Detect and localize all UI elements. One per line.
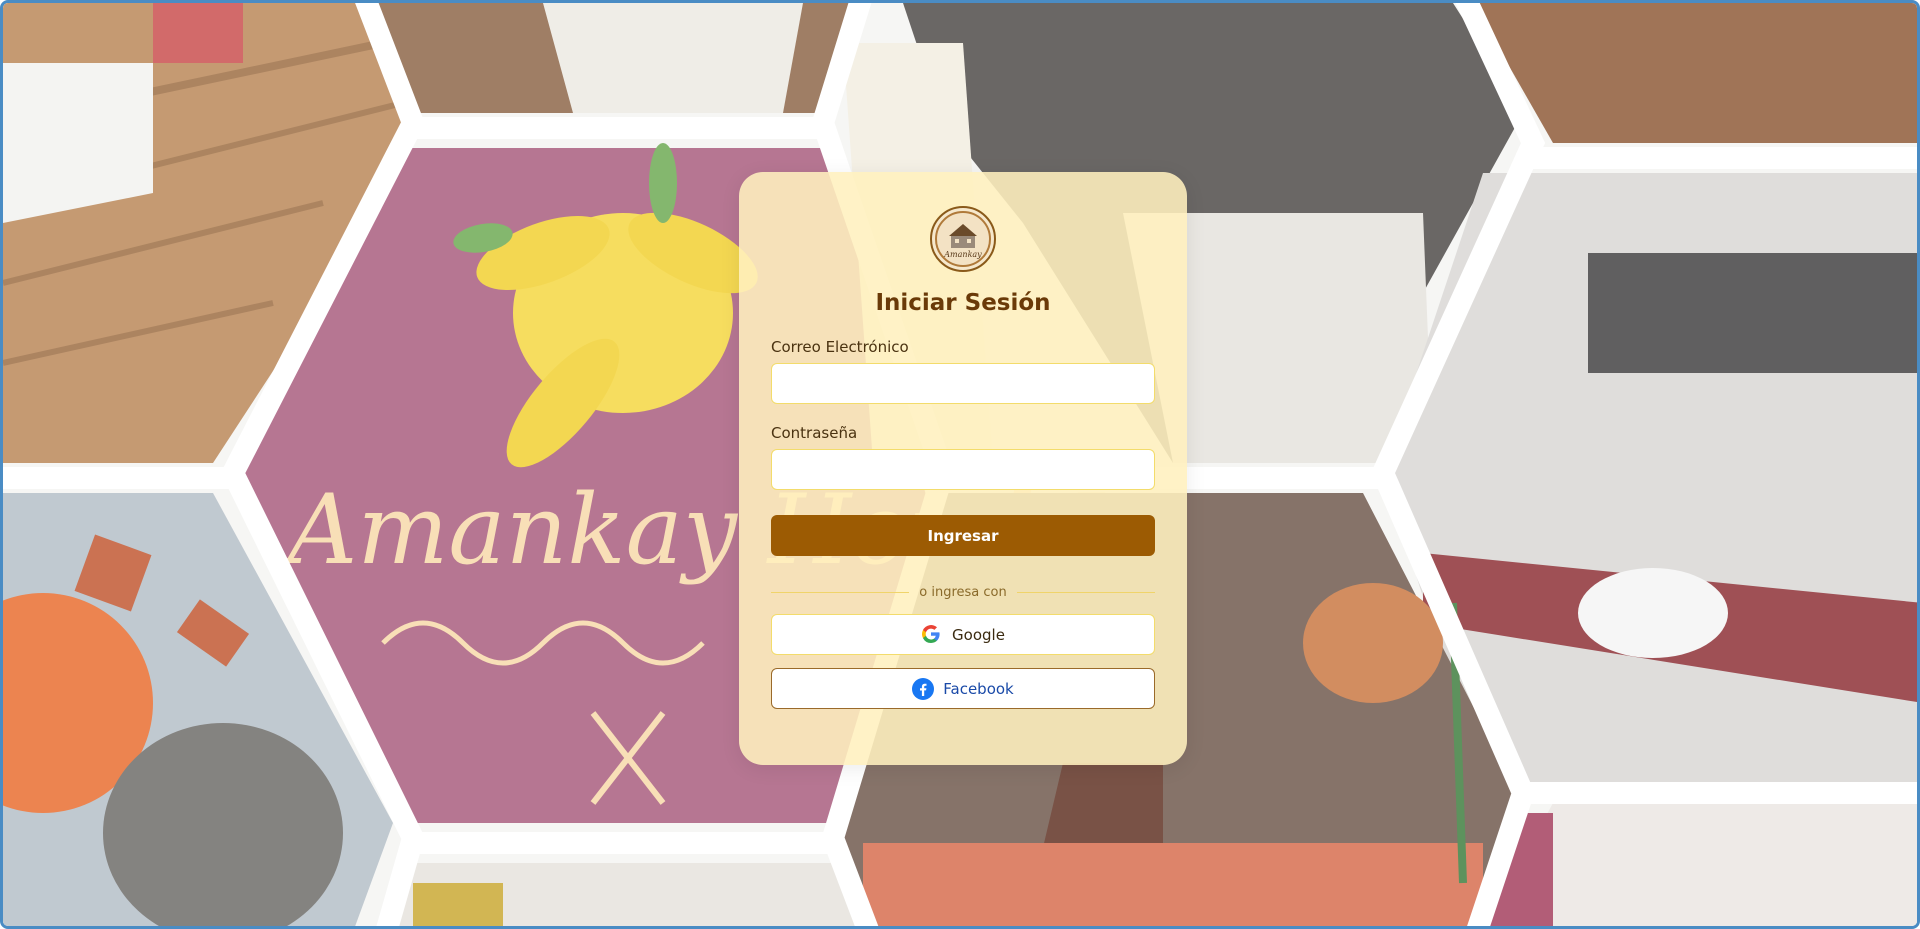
password-field[interactable] (771, 449, 1155, 490)
login-card: Amankay Iniciar Sesión Correo Electrónic… (739, 172, 1187, 765)
facebook-icon (912, 677, 935, 700)
email-field[interactable] (771, 363, 1155, 404)
google-icon (921, 624, 943, 646)
divider-line-right (1016, 592, 1155, 593)
social-login-divider: o ingresa con (771, 585, 1155, 600)
logo-container: Amankay (771, 206, 1155, 272)
google-label: Google (952, 625, 1005, 644)
password-label: Contraseña (771, 424, 858, 442)
login-submit-button[interactable]: Ingresar (771, 515, 1155, 556)
google-login-button[interactable]: Google (771, 614, 1155, 655)
svg-text:Amankay: Amankay (943, 250, 982, 259)
divider-line-left (771, 592, 910, 593)
facebook-login-button[interactable]: Facebook (771, 668, 1155, 709)
facebook-label: Facebook (943, 679, 1014, 698)
divider-text: o ingresa con (919, 585, 1007, 600)
email-label: Correo Electrónico (771, 338, 909, 356)
login-page: Amankay Hotel Inn (0, 0, 1920, 929)
hotel-logo-icon: Amankay (930, 206, 996, 272)
page-title: Iniciar Sesión (875, 290, 1051, 316)
